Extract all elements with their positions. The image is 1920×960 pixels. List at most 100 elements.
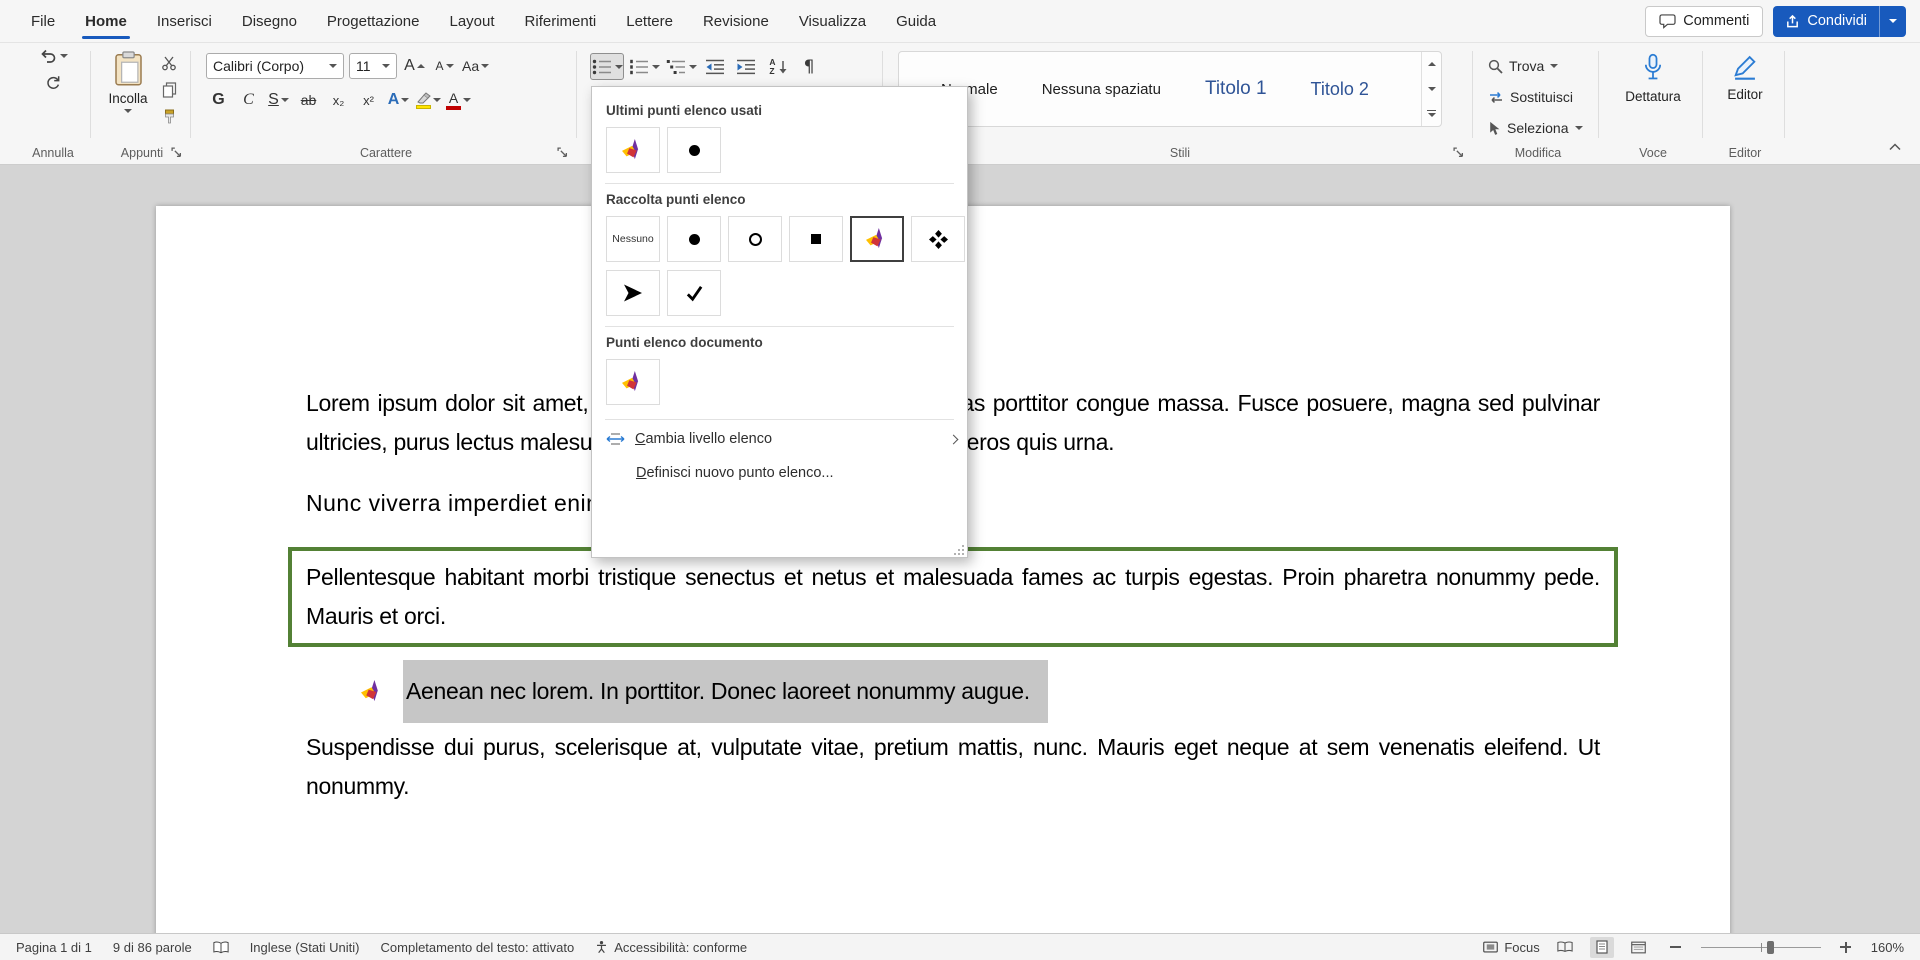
language-indicator[interactable]: Inglese (Stati Uniti) — [250, 940, 360, 955]
zoom-level[interactable]: 160% — [1871, 940, 1904, 955]
font-size-combobox[interactable]: 11 — [349, 53, 397, 79]
tab-guida[interactable]: Guida — [881, 0, 951, 42]
show-formatting-marks-button[interactable]: ¶ — [796, 53, 822, 80]
underline-button[interactable]: S — [266, 87, 291, 113]
paragraph[interactable]: Suspendisse dui purus, scelerisque at, v… — [306, 728, 1600, 806]
group-separator — [1472, 51, 1473, 138]
multilevel-list-button[interactable] — [664, 53, 698, 80]
editor-button[interactable]: Editor — [1712, 53, 1778, 102]
focus-mode-button[interactable]: Focus — [1483, 940, 1539, 955]
tab-layout[interactable]: Layout — [435, 0, 510, 42]
define-new-bullet-item[interactable]: Definisci nuovo punto elenco... — [592, 456, 967, 490]
word-count[interactable]: 9 di 86 parole — [113, 940, 192, 955]
comments-button[interactable]: Commenti — [1645, 6, 1763, 37]
tab-home[interactable]: Home — [70, 0, 142, 42]
bullet-list-item[interactable]: Aenean nec lorem. In porttitor. Donec la… — [361, 660, 1600, 723]
text-completion-status[interactable]: Completamento del testo: attivato — [381, 940, 575, 955]
find-button[interactable]: Trova — [1488, 54, 1558, 78]
green-border-paragraph[interactable]: Pellentesque habitant morbi tristique se… — [288, 547, 1618, 647]
bullets-button[interactable] — [590, 53, 624, 80]
bullet-tile-hollow-circle[interactable] — [728, 216, 782, 262]
tab-lettere[interactable]: Lettere — [611, 0, 688, 42]
zoom-out-button[interactable] — [1664, 937, 1688, 958]
menu-separator — [605, 183, 954, 184]
print-layout-button[interactable] — [1590, 937, 1614, 958]
styles-gallery: Normale Nessuna spaziatu Titolo 1 Titolo… — [898, 51, 1442, 127]
copy-button[interactable] — [158, 80, 180, 100]
share-dropdown[interactable] — [1879, 6, 1906, 37]
style-item-nessuna-spaziatura[interactable]: Nessuna spaziatu — [1042, 81, 1161, 98]
tab-riferimenti[interactable]: Riferimenti — [510, 0, 612, 42]
numbering-button[interactable] — [627, 53, 661, 80]
bullet-tile-filled-circle[interactable] — [667, 127, 721, 173]
gallery-scroll-down-button[interactable] — [1422, 77, 1441, 102]
read-mode-button[interactable] — [1553, 937, 1577, 958]
tab-disegno[interactable]: Disegno — [227, 0, 312, 42]
strikethrough-button[interactable]: ab — [296, 87, 321, 113]
tab-revisione[interactable]: Revisione — [688, 0, 784, 42]
menu-resize-grip[interactable] — [953, 543, 965, 555]
bullet-tile-checkmark[interactable] — [667, 270, 721, 316]
shrink-font-button[interactable]: A — [432, 53, 457, 79]
bullet-tile-picture-star[interactable] — [606, 127, 660, 173]
bullet-tile-four-diamonds[interactable] — [911, 216, 965, 262]
tab-inserisci[interactable]: Inserisci — [142, 0, 227, 42]
change-list-level-item[interactable]: Cambia livello elenco — [592, 422, 967, 456]
sort-button[interactable]: AZ — [763, 53, 793, 80]
bullet-tile-none[interactable]: Nessuno — [606, 216, 660, 262]
zoom-slider-thumb[interactable] — [1767, 941, 1774, 954]
paste-button[interactable]: Incolla — [102, 51, 154, 137]
change-case-button[interactable]: Aa — [462, 53, 489, 79]
share-button[interactable]: Condividi — [1773, 6, 1906, 37]
zoom-in-button[interactable] — [1834, 937, 1858, 958]
bullet-tile-picture-star-selected[interactable] — [850, 216, 904, 262]
font-color-button[interactable]: A — [446, 87, 471, 113]
page-indicator[interactable]: Pagina 1 di 1 — [16, 940, 92, 955]
grow-font-button[interactable]: A — [402, 53, 427, 79]
increase-indent-icon — [736, 59, 756, 75]
tab-progettazione[interactable]: Progettazione — [312, 0, 435, 42]
dictate-button[interactable]: Dettatura — [1608, 53, 1698, 104]
accessibility-status[interactable]: Accessibilità: conforme — [595, 940, 747, 955]
decrease-indent-button[interactable] — [701, 53, 729, 80]
italic-button[interactable]: C — [236, 87, 261, 113]
text-effects-letter: A — [388, 91, 400, 109]
gallery-more-button[interactable] — [1422, 101, 1441, 126]
increase-indent-button[interactable] — [732, 53, 760, 80]
bullet-tile-picture-star[interactable] — [606, 359, 660, 405]
cut-button[interactable] — [158, 53, 180, 73]
change-case-letters: Aa — [462, 58, 479, 74]
web-layout-button[interactable] — [1627, 937, 1651, 958]
highlight-color-button[interactable] — [416, 87, 441, 113]
tab-visualizza[interactable]: Visualizza — [784, 0, 881, 42]
define-new-bullet-label: Definisci nuovo punto elenco... — [636, 465, 834, 481]
subscript-button[interactable]: x₂ — [326, 87, 351, 113]
select-button[interactable]: Seleziona — [1488, 116, 1583, 140]
format-painter-button[interactable] — [158, 107, 180, 127]
bullet-tile-filled-square[interactable] — [789, 216, 843, 262]
replace-button[interactable]: Sostituisci — [1488, 85, 1573, 109]
styles-group-label: Stili — [892, 146, 1468, 160]
text-effects-button[interactable]: A — [386, 87, 411, 113]
bullet-tile-arrowhead[interactable] — [606, 270, 660, 316]
numbered-list-icon — [629, 59, 649, 75]
superscript-button[interactable]: x² — [356, 87, 381, 113]
tab-file[interactable]: File — [16, 0, 70, 42]
selected-text-highlight[interactable]: Aenean nec lorem. In porttitor. Donec la… — [403, 660, 1048, 723]
bold-button[interactable]: G — [206, 87, 231, 113]
editor-pencil-icon — [1731, 53, 1759, 81]
proofing-status[interactable] — [213, 941, 229, 954]
gallery-scroll-up-button[interactable] — [1422, 52, 1441, 77]
chevron-up-icon — [417, 64, 425, 68]
scissors-icon — [161, 55, 177, 71]
style-item-titolo-2[interactable]: Titolo 2 — [1311, 79, 1369, 100]
font-family-combobox[interactable]: Calibri (Corpo) — [206, 53, 344, 79]
undo-button[interactable] — [31, 43, 75, 69]
bullet-tile-filled-circle[interactable] — [667, 216, 721, 262]
collapse-ribbon-button[interactable] — [1884, 138, 1906, 156]
undo-group: Annulla — [20, 43, 86, 164]
zoom-slider[interactable] — [1701, 940, 1821, 955]
style-item-titolo-1[interactable]: Titolo 1 — [1205, 78, 1267, 100]
redo-button[interactable] — [31, 69, 75, 95]
group-separator — [1784, 51, 1785, 138]
